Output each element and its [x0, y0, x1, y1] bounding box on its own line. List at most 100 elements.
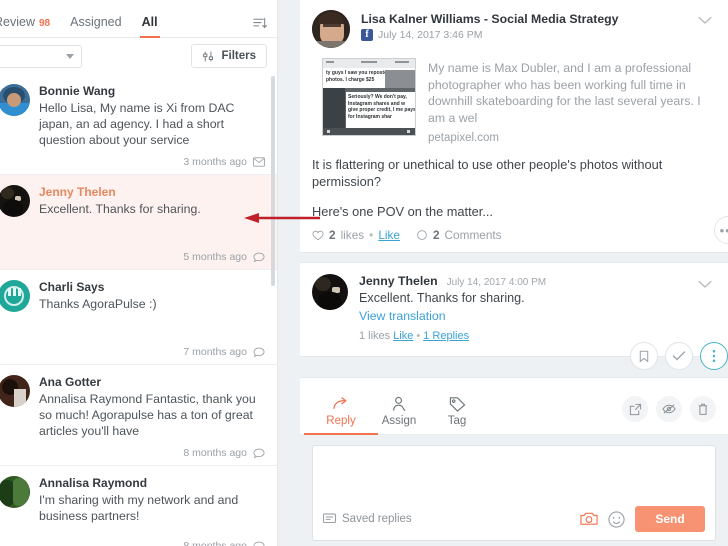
comment-icon [253, 541, 265, 546]
list-item-time: 8 months ago [183, 540, 247, 546]
chevron-down-icon [66, 53, 74, 59]
comment-meta: 1 likes Like • 1 Replies [359, 330, 687, 342]
emoji-icon[interactable] [608, 510, 625, 528]
post-date: July 14, 2017 3:46 PM [378, 29, 483, 41]
sort-descending-icon[interactable] [252, 16, 267, 31]
post-subheader: f July 14, 2017 3:46 PM [361, 29, 687, 41]
likes-count: 2 [329, 228, 336, 242]
tab-assign[interactable]: Assign [370, 396, 428, 434]
avatar [0, 84, 30, 116]
separator-dot: • [416, 330, 421, 342]
list-item[interactable]: Annalisa Raymond I'm sharing with my net… [0, 466, 277, 546]
compose-actions: Send [580, 506, 705, 532]
list-item-time: 8 months ago [183, 447, 247, 459]
person-assign-icon [391, 396, 408, 412]
tab-reply[interactable]: Reply [304, 396, 378, 435]
tab-assigned-label: Assigned [70, 15, 122, 29]
list-item-name: Bonnie Wang [39, 84, 116, 98]
app-root: Review 98 Assigned All [0, 0, 728, 546]
list-item-time: 3 months ago [183, 156, 247, 168]
tab-all[interactable]: All [132, 15, 168, 38]
list-item-name: Ana Gotter [39, 375, 102, 389]
tab-review-label: Review [0, 15, 35, 29]
comments-count: 2 [432, 228, 440, 242]
comment-header: Jenny Thelen July 14, 2017 4:00 PM [359, 274, 687, 288]
tab-review[interactable]: Review 98 [0, 15, 60, 37]
inbox-profile-select[interactable] [0, 44, 82, 68]
tab-review-count: 98 [39, 18, 51, 29]
list-item[interactable]: Jenny Thelen Excellent. Thanks for shari… [0, 175, 277, 270]
view-translation-link[interactable]: View translation [359, 309, 687, 323]
list-item[interactable]: Charli Says Thanks AgoraPulse :) 7 month… [0, 270, 277, 365]
reply-action-bar: Reply Assign Tag [300, 377, 728, 435]
list-item-text: Excellent. Thanks for sharing. [39, 202, 201, 216]
comment-icon [253, 448, 265, 459]
list-item-body: Ana Gotter Annalisa Raymond Fantastic, t… [39, 375, 267, 459]
link-description: My name is Max Dubler, and I am a profes… [428, 61, 701, 125]
comments-label: Comments [444, 228, 502, 242]
inbox-tabs: Review 98 Assigned All [0, 0, 277, 38]
open-external-icon[interactable] [622, 396, 648, 422]
thumb-text-2: Seriously? We don't pay, Instagram share… [348, 94, 416, 120]
tab-reply-label: Reply [326, 415, 356, 427]
link-thumbnail: ty guys I saw you reposted one my photos… [322, 58, 416, 136]
message-list: Bonnie Wang Hello Lisa, My name is Xi fr… [0, 74, 277, 546]
tab-tag-label: Tag [447, 415, 467, 427]
list-item-text: I'm sharing with my network and and busi… [39, 493, 239, 523]
post-likes: 2 likes • Like [312, 228, 400, 242]
comment-text: Excellent. Thanks for sharing. [359, 291, 525, 305]
vertical-ellipsis-icon[interactable] [700, 342, 728, 370]
tab-all-label: All [141, 15, 158, 29]
avatar [0, 375, 30, 407]
comment-icon [253, 252, 265, 263]
list-item-meta: 3 months ago [39, 156, 265, 168]
link-preview[interactable]: ty guys I saw you reposted one my photos… [300, 56, 728, 152]
filters-button-label: Filters [221, 50, 256, 62]
avatar [0, 280, 30, 312]
separator-dot: • [369, 228, 374, 242]
inbox-list-panel: Review 98 Assigned All [0, 0, 278, 546]
tab-assigned[interactable]: Assigned [60, 15, 131, 37]
list-item-text: Hello Lisa, My name is Xi from DAC japan… [39, 101, 235, 147]
saved-replies-button[interactable]: Saved replies [323, 513, 412, 525]
like-button[interactable]: Like [378, 228, 400, 242]
chevron-down-icon[interactable] [698, 274, 716, 294]
bookmark-icon[interactable] [630, 342, 658, 370]
list-item-meta: 8 months ago [39, 447, 265, 459]
camera-icon[interactable] [580, 511, 598, 527]
compose-toolbar: Saved replies Send [323, 506, 705, 532]
list-item-name: Charli Says [39, 280, 105, 294]
post-header-text: Lisa Kalner Williams - Social Media Stra… [361, 10, 687, 41]
list-item-body: Charli Says Thanks AgoraPulse :) 7 month… [39, 280, 267, 358]
send-button[interactable]: Send [635, 506, 705, 532]
comment-replies-link[interactable]: 1 Replies [423, 330, 469, 342]
check-icon[interactable] [665, 342, 693, 370]
compose-box[interactable]: Saved replies Send [312, 445, 716, 541]
list-item-text: Thanks AgoraPulse :) [39, 297, 157, 311]
list-item[interactable]: Ana Gotter Annalisa Raymond Fantastic, t… [0, 365, 277, 466]
likes-label: likes [340, 228, 365, 242]
avatar [312, 274, 348, 310]
action-buttons [622, 396, 716, 434]
trash-icon[interactable] [690, 396, 716, 422]
list-item-time: 5 months ago [183, 251, 247, 263]
list-item-body: Bonnie Wang Hello Lisa, My name is Xi fr… [39, 84, 267, 168]
list-item-body: Jenny Thelen Excellent. Thanks for shari… [39, 185, 267, 263]
list-scrollbar[interactable] [271, 76, 275, 286]
list-item-body: Annalisa Raymond I'm sharing with my net… [39, 476, 267, 546]
hide-eye-icon[interactable] [656, 396, 682, 422]
comment-likes: 1 likes [359, 330, 391, 342]
comment-like-button[interactable]: Like [393, 330, 413, 342]
annotation-arrow [244, 213, 320, 223]
avatar [312, 10, 350, 48]
action-tab-bar: Reply Assign Tag [300, 378, 728, 435]
filters-button[interactable]: Filters [191, 44, 267, 68]
list-item[interactable]: Bonnie Wang Hello Lisa, My name is Xi fr… [0, 74, 277, 175]
chevron-down-icon[interactable] [698, 10, 716, 30]
post-body-line-1: It is flattering or unethical to use oth… [312, 157, 663, 189]
list-item-time: 7 months ago [183, 346, 247, 358]
list-item-text: Annalisa Raymond Fantastic, thank you so… [39, 392, 256, 438]
post-comments[interactable]: 2 Comments [416, 228, 502, 242]
tab-tag[interactable]: Tag [428, 396, 486, 434]
post-body: It is flattering or unethical to use oth… [300, 152, 728, 228]
